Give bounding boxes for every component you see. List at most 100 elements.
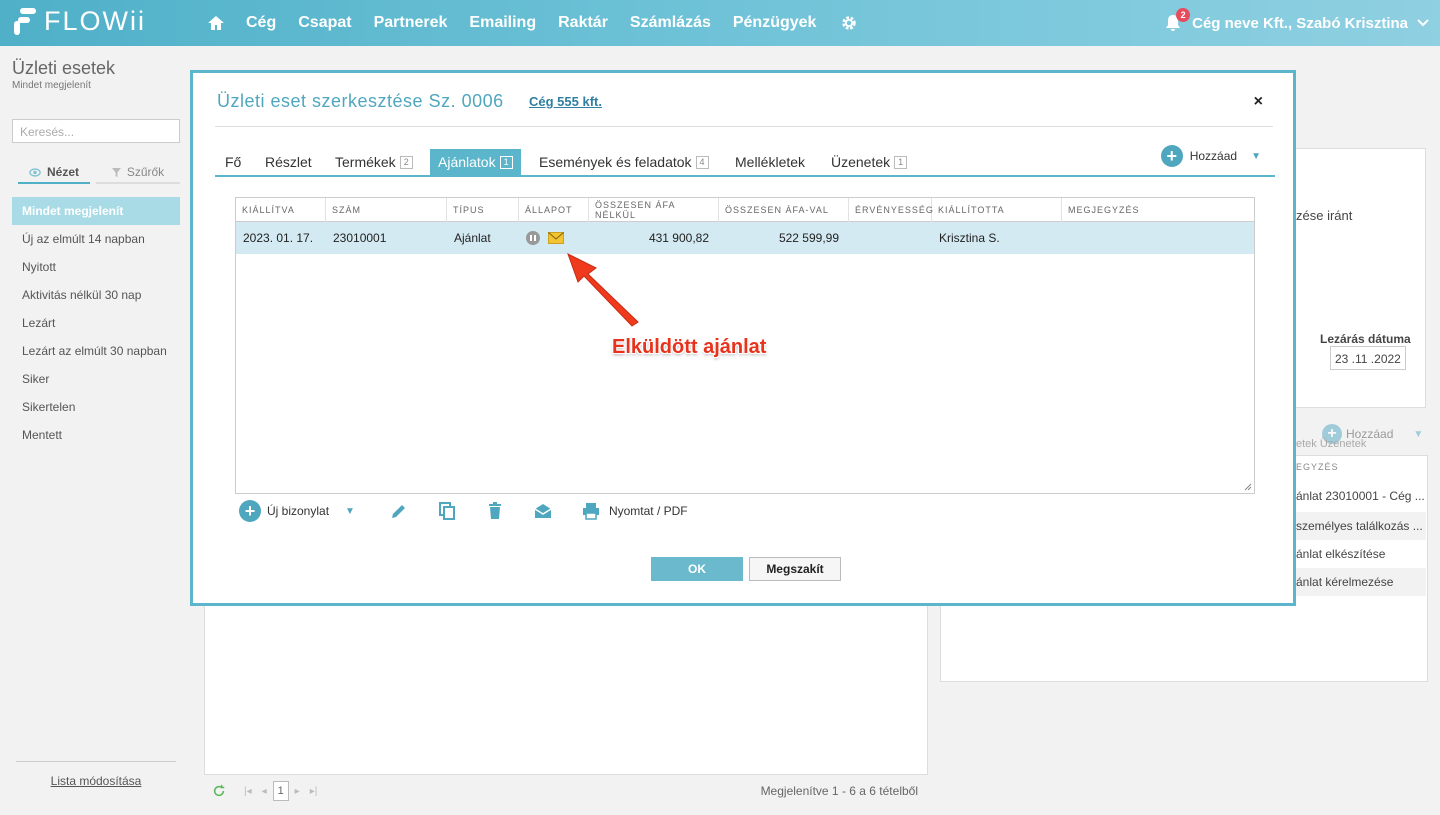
add-button[interactable]: + Hozzáad ▼ — [1160, 145, 1261, 167]
sidebar-item-success[interactable]: Siker — [12, 365, 180, 393]
flowii-logo[interactable]: FLOWii — [12, 6, 146, 37]
tab-label: Fő — [225, 154, 242, 170]
notification-bell[interactable]: 2 — [1162, 8, 1191, 34]
tab-filters-label: Szűrők — [126, 165, 165, 179]
tab-view[interactable]: Nézet — [18, 162, 90, 184]
company-link[interactable]: Cég 555 kft. — [529, 94, 602, 109]
print-pdf-label[interactable]: Nyomtat / PDF — [609, 504, 688, 518]
tab-main[interactable]: Fő — [217, 149, 249, 175]
column-header-type[interactable]: TÍPUS — [447, 198, 519, 222]
sidebar-item-failed[interactable]: Sikertelen — [12, 393, 180, 421]
main-nav: Cég Csapat Partnerek Emailing Raktár Szá… — [206, 0, 858, 46]
background-tabs-fragment: etek Üzenetek — [1296, 438, 1367, 450]
tab-label: Mellékletek — [735, 154, 806, 170]
cell-note — [1062, 222, 1254, 254]
cancel-button[interactable]: Megszakít — [749, 557, 841, 581]
gear-icon[interactable] — [840, 14, 858, 32]
nav-item-company[interactable]: Cég — [246, 14, 276, 32]
background-list-item[interactable]: személyes találkozás ... — [1296, 512, 1426, 540]
first-page-icon[interactable]: |◂ — [244, 786, 252, 797]
sidebar-item-closed-30-days[interactable]: Lezárt az elmúlt 30 napban — [12, 337, 180, 365]
column-header-status[interactable]: ÁLLAPOT — [519, 198, 589, 222]
printer-icon[interactable] — [581, 501, 601, 521]
tab-details[interactable]: Részlet — [257, 149, 320, 175]
sidebar-item-closed[interactable]: Lezárt — [12, 309, 180, 337]
page-subtitle: Mindet megjelenít — [12, 80, 91, 91]
background-text-fragment: zése iránt — [1296, 208, 1353, 223]
sidebar-item-all[interactable]: Mindet megjelenít — [12, 197, 180, 225]
new-document-label[interactable]: Új bizonylat — [267, 504, 329, 518]
offers-toolbar: + Új bizonylat ▼ Nyomtat / PDF — [239, 499, 688, 523]
edit-list-link[interactable]: Lista módosítása — [16, 761, 176, 788]
modal-tabs: Fő Részlet Termékek 2 Ajánlatok 1 Eseménye… — [215, 145, 1275, 177]
email-icon[interactable] — [533, 501, 553, 521]
search-input[interactable]: Keresés... — [12, 119, 180, 143]
sent-envelope-icon — [548, 232, 564, 244]
column-header-issuer[interactable]: KIÁLLÍTOTTA — [932, 198, 1062, 222]
page-number-input[interactable]: 1 — [272, 781, 289, 801]
tab-count-badge: 4 — [695, 155, 709, 169]
tab-count-badge: 1 — [499, 155, 513, 169]
resize-handle-icon[interactable] — [1244, 483, 1252, 491]
nav-item-partners[interactable]: Partnerek — [374, 14, 448, 32]
tab-events-tasks[interactable]: Események és feladatok 4 — [531, 149, 717, 175]
plus-circle-icon[interactable]: + — [239, 500, 261, 522]
sidebar-item-open[interactable]: Nyitott — [12, 253, 180, 281]
trash-icon[interactable] — [485, 501, 505, 521]
column-header-number[interactable]: SZÁM — [326, 198, 447, 222]
cell-issuer: Krisztina S. — [939, 231, 1000, 245]
tab-messages[interactable]: Üzenetek 1 — [823, 149, 915, 175]
nav-item-emailing[interactable]: Emailing — [469, 14, 536, 32]
chevron-down-icon — [1417, 19, 1429, 27]
sidebar: Üzleti esetek Mindet megjelenít Keresés.… — [0, 46, 192, 815]
sidebar-tabs: Nézet Szűrők — [18, 162, 180, 186]
annotation-label: Elküldött ajánlat — [612, 336, 767, 358]
chevron-down-icon[interactable]: ▼ — [1251, 151, 1261, 162]
sidebar-filter-list: Mindet megjelenít Új az elmúlt 14 napban… — [12, 197, 180, 449]
sidebar-item-saved[interactable]: Mentett — [12, 421, 180, 449]
background-list-item[interactable]: ánlat kérelmezése — [1296, 568, 1426, 596]
home-icon[interactable] — [206, 13, 226, 33]
add-button-label: Hozzáad — [1189, 149, 1238, 163]
sidebar-item-new-14-days[interactable]: Új az elmúlt 14 napban — [12, 225, 180, 253]
column-header-validity[interactable]: ÉRVÉNYESSÉG — [849, 198, 933, 222]
modal-title: Üzleti eset szerkesztése Sz. 0006 — [217, 91, 504, 111]
filter-icon — [111, 167, 121, 177]
refresh-icon[interactable] — [212, 784, 226, 798]
cell-type: Ajánlat — [454, 231, 491, 245]
tab-count-badge: 1 — [894, 155, 908, 169]
close-icon[interactable]: × — [1254, 93, 1263, 111]
logo-text: FLOWii — [44, 6, 146, 36]
company-user-name: Cég neve Kft., Szabó Krisztina — [1192, 14, 1408, 32]
column-header-note[interactable]: MEGJEGYZÉS — [1062, 198, 1254, 222]
top-navigation-bar: FLOWii Cég Csapat Partnerek Emailing Rak… — [0, 0, 1440, 46]
copy-icon[interactable] — [437, 501, 457, 521]
column-header-net-total[interactable]: ÖSSZESEN ÁFA NÉLKÜL — [589, 198, 719, 222]
closing-date-label: Lezárás dátuma — [1320, 332, 1411, 346]
background-list-item[interactable]: ánlat elkészítése — [1296, 540, 1426, 568]
next-page-icon[interactable]: ▸ — [295, 786, 300, 797]
nav-item-invoicing[interactable]: Számlázás — [630, 14, 711, 32]
nav-item-finance[interactable]: Pénzügyek — [733, 14, 817, 32]
cell-gross-total: 522 599,99 — [778, 231, 839, 245]
nav-item-team[interactable]: Csapat — [298, 14, 351, 32]
nav-item-warehouse[interactable]: Raktár — [558, 14, 608, 32]
table-row[interactable]: 2023. 01. 17. 23010001 Ajánlat 431 900,8… — [236, 222, 1254, 254]
pencil-icon[interactable] — [389, 501, 409, 521]
last-page-icon[interactable]: ▸| — [310, 786, 318, 797]
tab-attachments[interactable]: Mellékletek — [727, 149, 813, 175]
chevron-down-icon[interactable]: ▼ — [345, 506, 355, 517]
tab-products[interactable]: Termékek 2 — [327, 149, 421, 175]
page-title: Üzleti esetek — [12, 58, 116, 78]
column-header-issued[interactable]: KIÁLLÍTVA — [236, 198, 326, 222]
prev-page-icon[interactable]: ◂ — [262, 786, 267, 797]
tab-filters[interactable]: Szűrők — [96, 162, 180, 184]
tab-label: Ajánlatok — [438, 154, 496, 170]
column-header-gross-total[interactable]: ÖSSZESEN ÁFA-VAL — [719, 198, 849, 222]
sidebar-item-inactive-30-days[interactable]: Aktivitás nélkül 30 nap — [12, 281, 180, 309]
ok-button[interactable]: OK — [651, 557, 743, 581]
tab-offers[interactable]: Ajánlatok 1 — [430, 149, 521, 175]
background-list-item[interactable]: ánlat 23010001 - Cég ... — [1296, 482, 1426, 510]
closing-date-input[interactable]: 23 .11 .2022 — [1330, 346, 1406, 370]
company-user-menu[interactable]: 2 Cég neve Kft., Szabó Krisztina — [1162, 0, 1430, 46]
